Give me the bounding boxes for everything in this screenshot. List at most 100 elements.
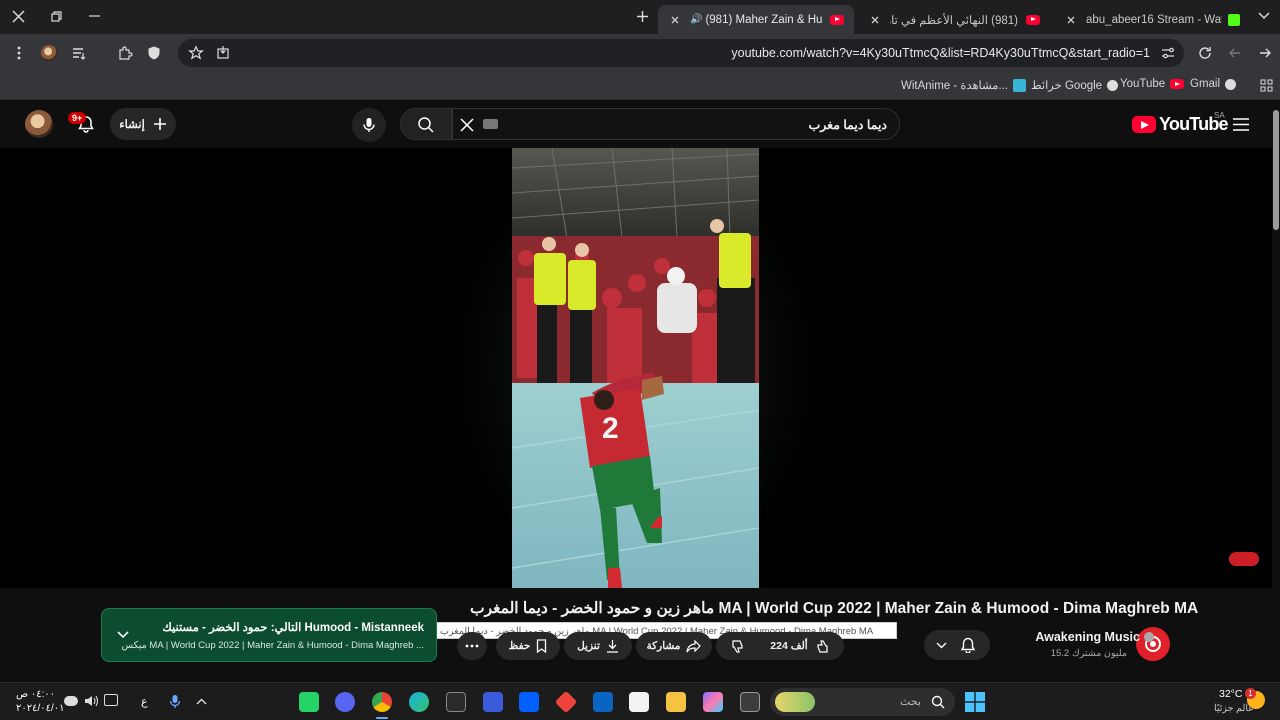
tab-kick-stream[interactable]: abu_abeer16 Stream - Watch Li — [1054, 5, 1250, 34]
create-button[interactable]: إنشاء — [110, 108, 176, 140]
outlook-icon[interactable] — [593, 692, 613, 712]
bookmark-label: WitAnime - مشاهدة... — [901, 80, 1009, 92]
tab-close-icon[interactable] — [668, 13, 682, 27]
reading-list-icon[interactable] — [71, 45, 87, 61]
task-view-icon[interactable] — [740, 692, 760, 712]
dislike-icon[interactable] — [731, 639, 746, 654]
shield-icon[interactable] — [146, 45, 162, 61]
bookmark-maps[interactable]: خرائط Google — [1031, 78, 1119, 92]
translator-icon[interactable] — [483, 692, 503, 712]
menu-dots-icon[interactable] — [11, 45, 27, 61]
account-avatar[interactable] — [25, 110, 53, 138]
weather-temperature[interactable]: 32°C — [1219, 688, 1242, 700]
edge-icon[interactable] — [409, 692, 429, 712]
search-button[interactable] — [400, 108, 452, 140]
language-indicator[interactable]: ع — [141, 695, 148, 708]
profile-avatar-icon[interactable] — [41, 45, 57, 61]
bookmark-witanime[interactable]: WitAnime - مشاهدة... — [901, 78, 1027, 92]
taskbar-search-icon — [931, 695, 945, 709]
hamburger-menu-icon[interactable] — [1233, 118, 1249, 131]
file-explorer-icon[interactable] — [666, 692, 686, 712]
tab-close-icon[interactable] — [1064, 13, 1078, 27]
download-button[interactable]: تنزيل — [564, 632, 632, 660]
tab-title: abu_abeer16 Stream - Watch Li — [1086, 13, 1222, 26]
save-button[interactable]: حفظ — [496, 632, 560, 660]
like-dislike-button[interactable]: 224 ألف — [716, 632, 844, 660]
bookmark-star-icon[interactable] — [188, 45, 204, 61]
cloud-icon[interactable] — [64, 696, 78, 706]
tab-search-chevron-icon[interactable] — [1258, 12, 1270, 20]
copilot-icon[interactable] — [703, 692, 723, 712]
windows-start-icon[interactable] — [965, 692, 985, 712]
chevron-down-icon — [936, 642, 947, 649]
site-settings-icon[interactable] — [1160, 45, 1176, 61]
plus-icon — [153, 118, 166, 130]
share-button[interactable]: مشاركة — [636, 632, 712, 660]
close-window-icon[interactable] — [12, 10, 25, 23]
tab-title: (981) النهائي الأعظم في تاريخ كأ — [890, 14, 1018, 27]
maps-icon — [1107, 79, 1119, 91]
download-icon — [606, 640, 618, 653]
apps-grid-icon[interactable] — [1260, 79, 1273, 92]
extensions-icon[interactable] — [117, 45, 133, 61]
video-title: ماهر زين و حمود الخضر - ديما المغرب MA |… — [470, 600, 1199, 617]
bookmark-youtube[interactable]: YouTube — [1120, 78, 1185, 90]
bookmark-label: YouTube — [1120, 78, 1166, 90]
address-bar[interactable]: youtube.com/watch?v=4Ky30uTtmcQ&list=RD4… — [178, 39, 1184, 67]
video-frame[interactable]: 2 — [512, 148, 759, 588]
taskbar-mic-icon[interactable] — [169, 694, 181, 709]
clock-date[interactable]: ٢٠٢٤/٠٤/٠١ — [16, 703, 65, 714]
notification-count-badge: 9+ — [68, 112, 87, 124]
up-next-subtitle: ميكس MA | World Cup 2022 | Maher Zain & … — [121, 640, 424, 651]
up-next-card[interactable]: التالي: حمود الخضر - مستنيك Humood - Mis… — [101, 608, 437, 662]
forward-arrow-icon[interactable] — [1227, 45, 1243, 61]
search-query-text: ديما ديما مغرب — [808, 118, 888, 132]
youtube-favicon-icon — [830, 14, 844, 25]
clock-time[interactable]: ٠٤:٠٠ ص — [16, 689, 55, 700]
svg-text:2: 2 — [602, 412, 619, 445]
expand-chevron-icon[interactable] — [117, 631, 129, 639]
minimize-window-icon[interactable] — [89, 15, 100, 17]
share-label: مشاركة — [646, 640, 681, 652]
epic-games-icon[interactable] — [446, 692, 466, 712]
show-hidden-icons-icon[interactable] — [196, 698, 207, 705]
taskbar-search-input[interactable]: بحث — [770, 688, 955, 716]
like-count: 224 ألف — [770, 640, 808, 652]
kick-favicon-icon — [1228, 13, 1240, 26]
keyboard-icon[interactable] — [483, 119, 498, 129]
volume-icon[interactable] — [84, 694, 99, 708]
restore-window-icon[interactable] — [51, 11, 62, 22]
whatsapp-icon[interactable] — [299, 692, 319, 712]
subscription-bell-button[interactable] — [924, 630, 990, 660]
network-icon[interactable] — [104, 694, 118, 706]
tab-strip: 🔊 (981) Maher Zain & Humoo (981) النهائي… — [0, 0, 1280, 34]
browser-toolbar: youtube.com/watch?v=4Ky30uTtmcQ&list=RD4… — [0, 34, 1280, 72]
reload-icon[interactable] — [1197, 45, 1213, 61]
video-player[interactable]: 2 — [0, 148, 1272, 588]
chrome-icon[interactable] — [372, 692, 392, 712]
scrollbar-thumb[interactable] — [1273, 110, 1279, 230]
weather-badge: 1 — [1245, 688, 1256, 699]
subscriber-count: 15.2 مليون مشترك — [1050, 648, 1127, 659]
like-icon[interactable] — [814, 639, 829, 654]
youtube-header: 9+ إنشاء ديما ديما مغرب YouTube SA — [0, 100, 1272, 148]
clear-search-icon[interactable] — [459, 117, 475, 133]
more-actions-button[interactable] — [457, 632, 487, 660]
new-tab-icon[interactable] — [636, 10, 649, 23]
store-icon[interactable] — [629, 692, 649, 712]
channel-name[interactable]: Awakening Music — [1035, 630, 1154, 644]
search-input[interactable]: ديما ديما مغرب — [452, 108, 900, 140]
anydesk-icon[interactable] — [554, 690, 578, 714]
bookmark-gmail[interactable]: Gmail — [1190, 78, 1237, 90]
witanime-icon — [1013, 78, 1027, 92]
tab-title: (981) Maher Zain & Humoo — [705, 13, 822, 26]
tab-close-icon[interactable] — [868, 13, 882, 27]
discord-icon[interactable] — [335, 692, 355, 712]
tab-maher-zain[interactable]: 🔊 (981) Maher Zain & Humoo — [658, 5, 854, 34]
voice-search-button[interactable] — [352, 108, 386, 142]
dropbox-icon[interactable] — [519, 692, 539, 712]
tab-final-match[interactable]: (981) النهائي الأعظم في تاريخ كأ — [858, 5, 1050, 34]
url-text[interactable]: youtube.com/watch?v=4Ky30uTtmcQ&list=RD4… — [731, 46, 1150, 60]
install-app-icon[interactable] — [215, 45, 231, 61]
back-arrow-icon[interactable] — [1257, 45, 1273, 61]
